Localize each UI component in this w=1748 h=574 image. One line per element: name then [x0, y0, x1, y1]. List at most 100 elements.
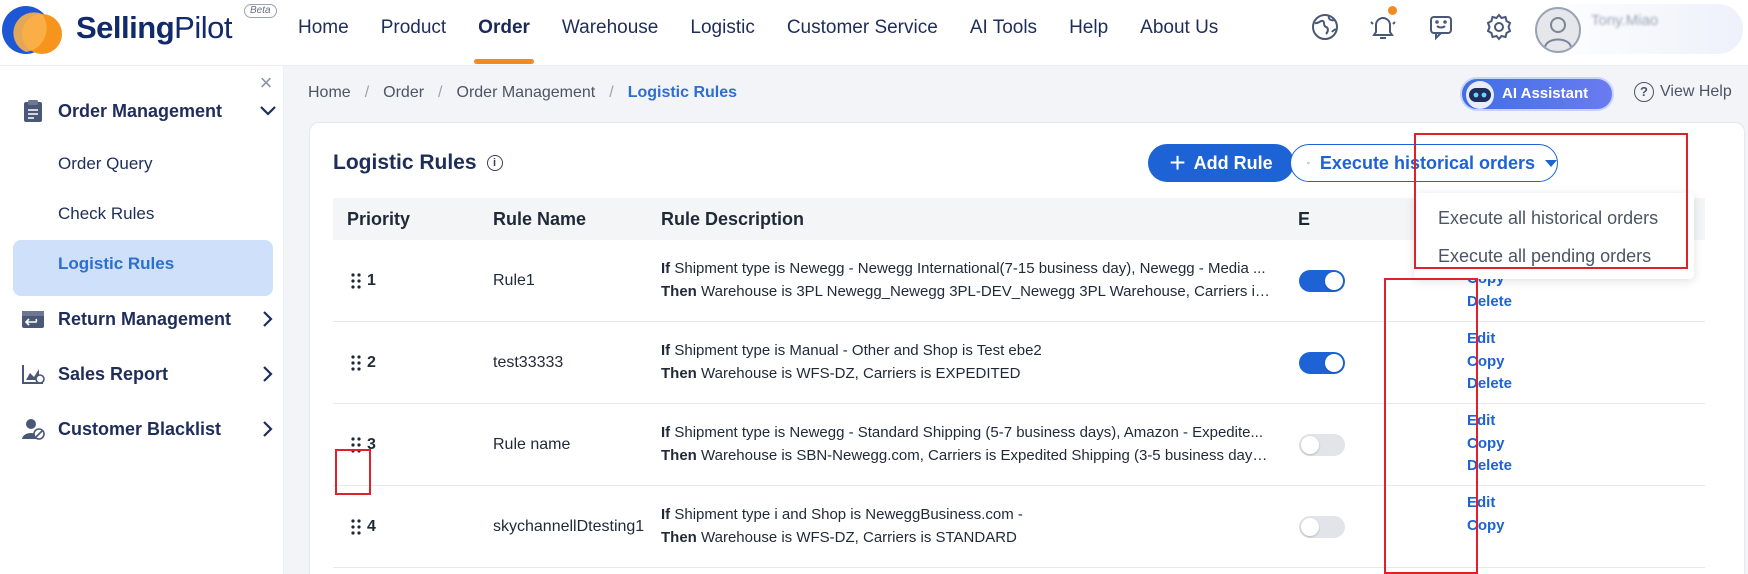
rule-name: skychannellDtesting1 — [493, 518, 645, 535]
page-title-text: Logistic Rules — [333, 151, 477, 174]
enable-toggle[interactable] — [1299, 270, 1345, 292]
ai-assistant-button[interactable]: AI Assistant — [1460, 77, 1614, 111]
chart-icon — [20, 361, 46, 387]
add-rule-label: Add Rule — [1193, 152, 1273, 173]
priority-value: 1 — [367, 272, 376, 289]
edit-link[interactable]: Edit — [1467, 410, 1512, 433]
sidebar-group-label: Return Management — [58, 308, 232, 329]
menu-item-execute-all-historical[interactable]: Execute all historical orders — [1414, 199, 1694, 237]
nav-customer-service[interactable]: Customer Service — [787, 0, 938, 60]
page-title: Logistic Rules i — [333, 151, 503, 175]
user-block-icon — [20, 416, 46, 442]
row-actions: Edit Copy — [1467, 492, 1505, 537]
rule-description: If Shipment type i and Shop is NeweggBus… — [661, 503, 1273, 549]
toggle-knob — [1325, 272, 1343, 290]
breadcrumb-separator: / — [609, 84, 614, 101]
breadcrumb-order[interactable]: Order — [383, 84, 424, 102]
nav-warehouse[interactable]: Warehouse — [562, 0, 658, 60]
nav-ai-tools[interactable]: AI Tools — [970, 0, 1037, 60]
sidebar: × Order Management Order Query Check Rul… — [0, 66, 284, 574]
column-header-enabled: E — [1298, 208, 1311, 229]
avatar — [1535, 7, 1581, 53]
caret-down-icon — [1545, 159, 1557, 167]
rule-name: Rule name — [493, 436, 571, 453]
row-actions: Edit Copy Delete — [1467, 328, 1512, 396]
view-help-link[interactable]: ? View Help — [1634, 82, 1732, 102]
delete-link[interactable]: Delete — [1467, 291, 1512, 314]
menu-item-execute-all-pending[interactable]: Execute all pending orders — [1414, 237, 1694, 275]
header-icons — [1308, 6, 1540, 44]
table-row: 2 test33333 If Shipment type is Manual -… — [333, 322, 1705, 404]
nav-help[interactable]: Help — [1069, 0, 1108, 60]
sidebar-item-logistic-rules[interactable]: Logistic Rules — [58, 254, 174, 274]
nav-home[interactable]: Home — [298, 0, 349, 60]
enable-toggle[interactable] — [1299, 434, 1345, 456]
sidebar-group-order-management[interactable]: Order Management — [20, 94, 278, 128]
add-rule-button[interactable]: + Add Rule — [1148, 144, 1294, 182]
drag-handle-icon[interactable] — [350, 436, 362, 454]
notification-dot — [1388, 6, 1397, 15]
delete-link[interactable]: Delete — [1467, 373, 1512, 396]
then-text: Warehouse is WFS-DZ, Carriers is EXPEDIT… — [701, 365, 1021, 382]
table-row: 4 skychannellDtesting1 If Shipment type … — [333, 486, 1705, 568]
sidebar-item-order-query[interactable]: Order Query — [58, 154, 152, 174]
drag-handle-icon[interactable] — [350, 272, 362, 290]
if-label: If — [661, 424, 671, 441]
execute-historical-orders-button[interactable]: Execute historical orders — [1290, 144, 1558, 182]
nav-about-us[interactable]: About Us — [1140, 0, 1218, 60]
if-label: If — [661, 342, 671, 359]
enable-toggle[interactable] — [1299, 352, 1345, 374]
logo-text-light: Pilot — [174, 10, 232, 45]
breadcrumb-home[interactable]: Home — [308, 84, 351, 102]
breadcrumb-separator: / — [364, 84, 370, 101]
globe-icon[interactable] — [1308, 10, 1342, 44]
then-text: Warehouse is 3PL Newegg_Newegg 3PL-DEV_N… — [701, 283, 1273, 300]
sidebar-group-return-management[interactable]: Return Management — [20, 302, 278, 336]
copy-link[interactable]: Copy — [1467, 351, 1512, 374]
history-icon — [1307, 161, 1310, 165]
breadcrumb-current: Logistic Rules — [627, 84, 738, 101]
priority-value: 3 — [367, 436, 376, 453]
if-text: Shipment type i and Shop is NeweggBusine… — [674, 506, 1023, 523]
sidebar-group-sales-report[interactable]: Sales Report — [20, 357, 278, 391]
view-help-label: View Help — [1660, 83, 1732, 100]
if-text: Shipment type is Manual - Other and Shop… — [674, 342, 1042, 359]
priority-value: 2 — [367, 354, 376, 371]
then-label: Then — [661, 365, 697, 382]
breadcrumb: Home / Order / Order Management / Logist… — [308, 84, 737, 102]
copy-link[interactable]: Copy — [1467, 515, 1505, 538]
toggle-knob — [1301, 436, 1319, 454]
breadcrumb-separator: / — [438, 84, 443, 101]
sidebar-group-label: Customer Blacklist — [58, 418, 222, 439]
delete-link[interactable]: Delete — [1467, 455, 1512, 478]
rule-name: test33333 — [493, 354, 564, 371]
nav-product[interactable]: Product — [381, 0, 446, 60]
user-menu[interactable]: Tony.Miao — [1535, 4, 1743, 54]
info-icon[interactable]: i — [486, 155, 503, 171]
chevron-right-icon — [258, 364, 278, 384]
sidebar-group-customer-blacklist[interactable]: Customer Blacklist — [20, 412, 278, 446]
nav-logistic[interactable]: Logistic — [690, 0, 754, 60]
then-label: Then — [661, 447, 697, 464]
if-text: Shipment type is Newegg - Newegg Interna… — [674, 260, 1266, 277]
clipboard-icon — [20, 98, 46, 124]
sidebar-item-check-rules[interactable]: Check Rules — [58, 204, 154, 224]
gear-icon[interactable] — [1482, 10, 1516, 44]
enable-toggle[interactable] — [1299, 516, 1345, 538]
plus-icon: + — [1169, 147, 1186, 178]
main-nav: Home Product Order Warehouse Logistic Cu… — [298, 0, 1250, 64]
breadcrumb-order-management[interactable]: Order Management — [457, 84, 596, 102]
sidebar-group-label: Order Management — [58, 100, 223, 121]
copy-link[interactable]: Copy — [1467, 433, 1512, 456]
close-icon[interactable]: × — [256, 72, 276, 94]
nav-order[interactable]: Order — [474, 0, 534, 64]
drag-handle-icon[interactable] — [350, 518, 362, 536]
drag-handle-icon[interactable] — [350, 354, 362, 372]
execute-label: Execute historical orders — [1319, 152, 1535, 173]
edit-link[interactable]: Edit — [1467, 492, 1505, 515]
feedback-icon[interactable] — [1424, 10, 1458, 44]
edit-link[interactable]: Edit — [1467, 328, 1512, 351]
bell-icon[interactable] — [1366, 6, 1400, 44]
beta-badge: Beta — [244, 4, 277, 18]
row-actions: Edit Copy Delete — [1467, 410, 1512, 478]
